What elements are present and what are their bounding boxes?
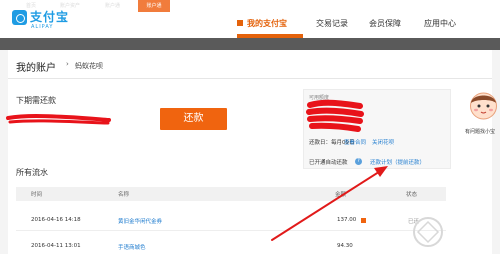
help-icon[interactable]: ? <box>355 158 362 165</box>
column-header-amount: 金额 <box>335 192 347 198</box>
nav-app-center[interactable]: 应用中心 <box>424 0 456 38</box>
nav-transaction-records[interactable]: 交易记录 <box>316 0 348 38</box>
nav-member-protection[interactable]: 会员保障 <box>369 0 401 38</box>
redacted-amount-scribble <box>6 114 111 125</box>
close-huabei-link[interactable]: 关闭花呗 <box>372 138 394 146</box>
customer-service-label[interactable]: 有问题找小宝 <box>465 128 495 135</box>
home-nav-icon <box>237 20 243 26</box>
view-contract-link[interactable]: 查看合同 <box>344 138 366 146</box>
corner-watermark-icon <box>413 217 443 247</box>
all-transactions-title: 所有流水 <box>16 168 48 177</box>
row-time: 2016-04-11 13:01 <box>31 243 81 249</box>
subnav-home[interactable]: 首页 <box>26 0 36 12</box>
column-header-name: 名称 <box>118 192 130 198</box>
logo-subtext: ALIPAY <box>31 24 54 30</box>
next-due-label: 下期需还款 <box>16 96 56 105</box>
column-header-status: 状态 <box>406 192 418 198</box>
breadcrumb-huabei: 蚂蚁花呗 <box>75 62 103 70</box>
auto-repay-text: 已开通自动还款 <box>309 160 348 166</box>
redacted-limit-scribble <box>306 99 364 132</box>
repayment-plan-link[interactable]: 还款计划（提前还款） <box>370 158 425 166</box>
column-header-time: 时间 <box>31 192 43 198</box>
row-amount: 137.00 <box>337 217 357 223</box>
row-time: 2016-04-16 14:18 <box>31 217 81 223</box>
row-name-link[interactable]: 手语商城色 <box>118 243 146 251</box>
subnav-account-assets[interactable]: 账户资产 <box>60 0 80 12</box>
page-title: 我的账户 <box>16 63 56 74</box>
row-name-link[interactable]: 黄旧金华闲代金券 <box>118 217 162 225</box>
table-header <box>16 187 446 201</box>
alipay-logo[interactable]: 支付宝 ALIPAY <box>12 9 70 35</box>
nav-my-alipay[interactable]: 我的支付宝 <box>247 0 287 38</box>
row-amount: 94.30 <box>337 243 353 249</box>
breadcrumb-separator: › <box>66 60 69 68</box>
repay-button[interactable]: 还款 <box>160 108 227 130</box>
subnav-huabei-active[interactable]: 账户通 <box>138 0 170 12</box>
sub-navigation <box>0 38 500 50</box>
title-divider <box>8 78 492 79</box>
subnav-account-fund[interactable]: 账户通 <box>105 0 120 12</box>
customer-service-avatar-icon[interactable] <box>467 89 500 122</box>
installment-flag-icon <box>361 218 366 223</box>
alipay-logo-icon <box>12 10 27 25</box>
